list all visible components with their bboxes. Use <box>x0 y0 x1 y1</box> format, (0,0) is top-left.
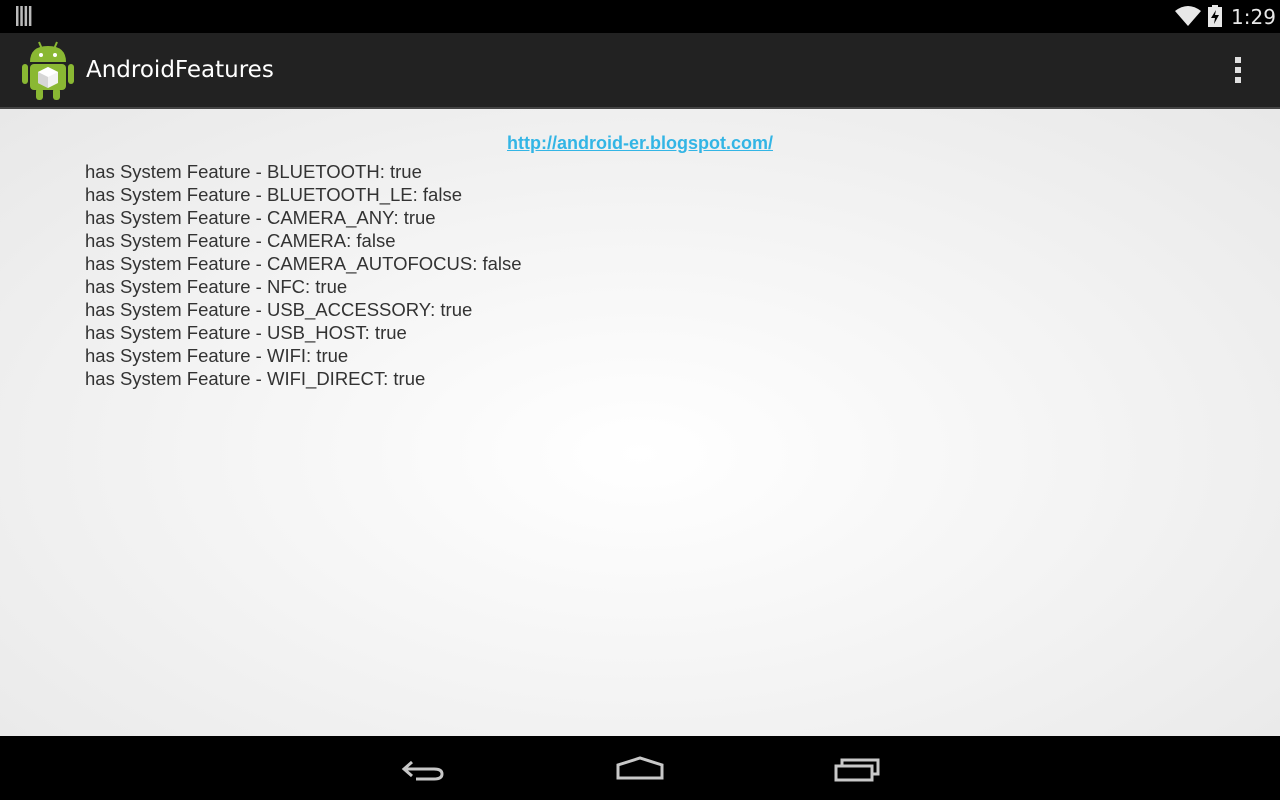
feature-line: has System Feature - USB_HOST: true <box>85 322 407 343</box>
blog-link[interactable]: http://android-er.blogspot.com/ <box>0 133 1280 154</box>
navigation-bar <box>0 736 1280 800</box>
feature-line: has System Feature - WIFI_DIRECT: true <box>85 368 426 389</box>
action-bar: AndroidFeatures <box>0 33 1280 109</box>
android-robot-icon[interactable] <box>22 40 74 104</box>
feature-line: has System Feature - CAMERA_AUTOFOCUS: f… <box>85 253 522 274</box>
app-title: AndroidFeatures <box>86 57 274 83</box>
overflow-menu-icon[interactable] <box>1222 53 1254 93</box>
feature-list: has System Feature - BLUETOOTH: true has… <box>85 160 522 390</box>
status-bar: 1:29 <box>0 0 1280 33</box>
battery-charging-icon <box>1208 5 1222 31</box>
main-content: http://android-er.blogspot.com/ has Syst… <box>0 109 1280 736</box>
wifi-icon <box>1175 5 1201 31</box>
feature-line: has System Feature - BLUETOOTH: true <box>85 161 422 182</box>
feature-line: has System Feature - CAMERA: false <box>85 230 396 251</box>
feature-line: has System Feature - WIFI: true <box>85 345 349 366</box>
clock: 1:29 <box>1231 5 1276 29</box>
back-icon[interactable] <box>394 750 454 786</box>
feature-line: has System Feature - USB_ACCESSORY: true <box>85 299 473 320</box>
feature-line: has System Feature - NFC: true <box>85 276 348 297</box>
feature-line: has System Feature - CAMERA_ANY: true <box>85 207 436 228</box>
recent-apps-icon[interactable] <box>828 750 888 786</box>
home-icon[interactable] <box>610 750 670 786</box>
feature-line: has System Feature - BLUETOOTH_LE: false <box>85 184 462 205</box>
notification-bars-icon[interactable] <box>16 6 32 30</box>
